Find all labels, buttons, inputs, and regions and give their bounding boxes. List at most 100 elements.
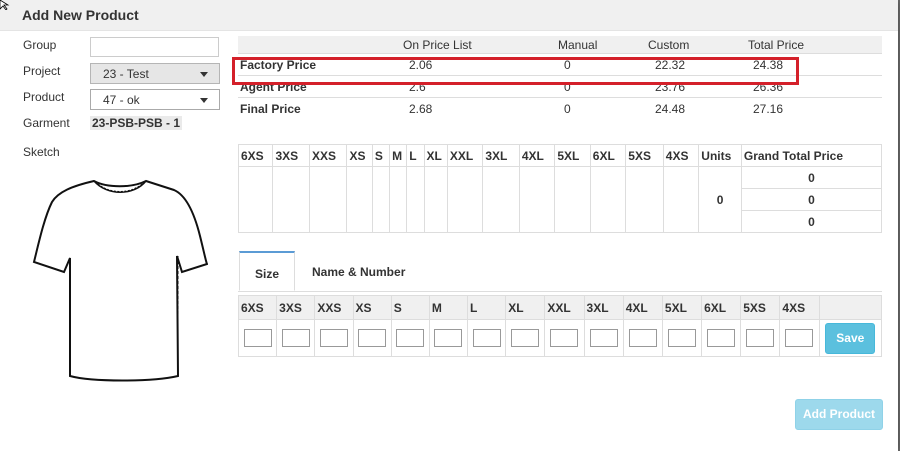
size-header: M	[428, 295, 469, 320]
save-button[interactable]: Save	[825, 322, 876, 354]
size-summary-header: 6XS 3XS XXS XS S M L XL XXL 3XL 4XL 5XL …	[237, 144, 883, 167]
size-input-table: 6XS 3XS XXS XS S M L XL XXL 3XL 4XL 5XL …	[237, 295, 883, 357]
size-xs-input[interactable]	[358, 329, 387, 347]
product-select[interactable]: 47 - ok	[90, 89, 220, 110]
sketch-label: Sketch	[23, 145, 60, 159]
custom-value: 22.32	[648, 53, 748, 76]
size-header: 6XS	[237, 144, 274, 167]
size-header: XXS	[314, 295, 354, 320]
size-5xs-input[interactable]	[746, 329, 775, 347]
custom-value: 24.48	[648, 97, 748, 119]
price-header-manual: Manual	[558, 36, 648, 54]
row-label: Agent Price	[238, 75, 403, 98]
size-3xs-input[interactable]	[281, 329, 310, 347]
tab-size[interactable]: Size	[239, 251, 295, 291]
project-label: Project	[23, 64, 61, 78]
dialog-title: Add New Product	[22, 7, 139, 23]
size-header: S	[371, 144, 391, 167]
size-header: 4XS	[662, 144, 700, 167]
size-5xl-input[interactable]	[667, 329, 696, 347]
size-s-input[interactable]	[396, 329, 425, 347]
size-m-input[interactable]	[434, 329, 463, 347]
size-input-row: Save	[237, 319, 883, 357]
size-header: S	[390, 295, 430, 320]
table-row: 0 0	[237, 166, 883, 233]
size-summary-table: 6XS 3XS XXS XS S M L XL XXL 3XL 4XL 5XL …	[237, 144, 883, 233]
size-header: 3XL	[482, 144, 520, 167]
size-header: XS	[346, 144, 373, 167]
size-header: XL	[423, 144, 448, 167]
group-input[interactable]	[90, 37, 219, 57]
size-header: 4XS	[779, 295, 820, 320]
table-row: Agent Price 2.6 0 23.76 26.36	[238, 75, 882, 98]
size-header: 6XS	[237, 295, 278, 320]
units-header: Units	[698, 144, 742, 167]
add-product-dialog: Add New Product Group Project 23 - Test …	[0, 0, 898, 451]
dialog-header: Add New Product	[0, 0, 898, 31]
on-price-list-value: 2.6	[403, 75, 558, 98]
size-6xs-input[interactable]	[243, 329, 272, 347]
size-header: L	[467, 295, 507, 320]
size-header: 6XL	[589, 144, 627, 167]
price-header-blank	[238, 36, 403, 54]
size-header: L	[406, 144, 425, 167]
table-row: Final Price 2.68 0 24.48 27.16	[238, 97, 882, 119]
units-value: 0	[698, 166, 742, 233]
size-xl-input[interactable]	[511, 329, 540, 347]
grand-total-value: 0	[740, 210, 883, 233]
project-select-value: 23 - Test	[103, 67, 149, 81]
price-table-header: On Price List Manual Custom Total Price	[238, 36, 882, 54]
size-header: 4XL	[622, 295, 663, 320]
size-4xs-input[interactable]	[785, 329, 814, 347]
row-label: Factory Price	[238, 53, 403, 76]
size-header: 3XS	[276, 295, 316, 320]
size-4xl-input[interactable]	[628, 329, 657, 347]
project-select[interactable]: 23 - Test	[90, 63, 220, 84]
size-header: 5XS	[625, 144, 664, 167]
group-label: Group	[23, 38, 57, 52]
size-xxl-input[interactable]	[550, 329, 579, 347]
total-value: 27.16	[748, 97, 882, 119]
tshirt-sketch-image	[32, 179, 208, 382]
manual-value: 0	[558, 97, 648, 119]
on-price-list-value: 2.06	[403, 53, 558, 76]
save-header	[818, 295, 883, 320]
size-header: 3XL	[583, 295, 624, 320]
chevron-down-icon	[200, 98, 208, 103]
size-header: XL	[505, 295, 546, 320]
grand-total-header: Grand Total Price	[740, 144, 883, 167]
size-header: 5XS	[740, 295, 781, 320]
size-header: XXL	[544, 295, 585, 320]
size-header: 5XL	[661, 295, 703, 320]
size-header: 6XL	[701, 295, 742, 320]
table-row: Factory Price 2.06 0 22.32 24.38	[238, 53, 882, 76]
price-table-wrapper: On Price List Manual Custom Total Price …	[232, 36, 882, 119]
grand-total-value: 0	[740, 188, 883, 211]
size-header: 5XL	[554, 144, 591, 167]
size-header: XXS	[308, 144, 348, 167]
size-3xl-input[interactable]	[589, 329, 618, 347]
size-header: XXL	[446, 144, 484, 167]
size-input-header: 6XS 3XS XXS XS S M L XL XXL 3XL 4XL 5XL …	[237, 295, 883, 320]
custom-value: 23.76	[648, 75, 748, 98]
on-price-list-value: 2.68	[403, 97, 558, 119]
size-xxs-input[interactable]	[319, 329, 348, 347]
chevron-down-icon	[200, 72, 208, 77]
product-label: Product	[23, 90, 65, 104]
price-header-custom: Custom	[648, 36, 748, 54]
size-6xl-input[interactable]	[707, 329, 736, 347]
tab-name-and-number[interactable]: Name & Number	[304, 251, 414, 291]
manual-value: 0	[558, 53, 648, 76]
add-product-button[interactable]: Add Product	[795, 399, 883, 430]
size-header: 4XL	[518, 144, 556, 167]
size-l-input[interactable]	[472, 329, 501, 347]
total-value: 24.38	[748, 53, 882, 76]
grand-total-value: 0	[740, 166, 883, 189]
size-header: 3XS	[272, 144, 310, 167]
size-header: XS	[352, 295, 392, 320]
size-header: M	[389, 144, 408, 167]
product-select-value: 47 - ok	[103, 93, 140, 107]
tab-bar: Size Name & Number	[238, 251, 882, 292]
total-value: 26.36	[748, 75, 882, 98]
row-label: Final Price	[238, 97, 403, 119]
